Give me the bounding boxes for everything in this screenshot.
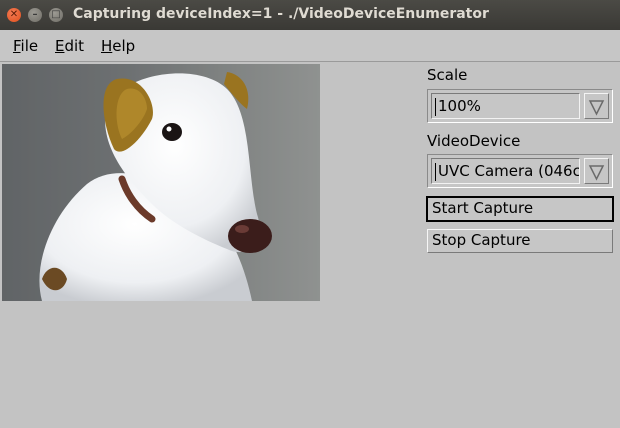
menu-edit-label: dit [64,37,85,55]
title-bar: ✕ – □ Capturing deviceIndex=1 - ./VideoD… [0,0,620,30]
close-window-button[interactable]: ✕ [7,8,21,22]
start-capture-button[interactable]: Start Capture [426,196,614,222]
scale-label: Scale [427,66,468,84]
scale-input[interactable]: 100% [431,93,580,119]
menu-edit[interactable]: Edit [55,37,84,55]
scale-dropdown-button[interactable] [584,93,609,119]
menu-help[interactable]: Help [101,37,135,55]
video-preview [2,64,320,301]
stop-capture-button[interactable]: Stop Capture [427,229,613,253]
menu-file[interactable]: File [13,37,38,55]
maximize-icon: □ [51,9,61,20]
videodevice-combobox[interactable]: UVC Camera (046c [427,154,613,188]
menu-file-label: ile [20,37,39,55]
text-cursor [435,163,436,181]
menu-file-mnemonic: F [13,37,21,55]
close-icon: ✕ [9,9,19,20]
scale-combobox[interactable]: 100% [427,89,613,123]
triangle-down-icon [588,165,605,181]
menu-help-mnemonic: H [101,37,113,55]
window-title: Capturing deviceIndex=1 - ./VideoDeviceE… [73,6,489,22]
triangle-down-icon [588,100,605,116]
maximize-window-button[interactable]: □ [49,8,63,22]
videodevice-value: UVC Camera (046c [438,162,580,180]
menu-help-label: elp [112,37,136,55]
scale-value: 100% [438,97,481,115]
camera-frame-image [2,64,320,301]
minimize-icon: – [32,9,38,20]
menu-bar: File Edit Help [0,30,620,62]
videodevice-input[interactable]: UVC Camera (046c [431,158,580,184]
minimize-window-button[interactable]: – [28,8,42,22]
videodevice-label: VideoDevice [427,132,521,150]
text-cursor [435,98,436,116]
videodevice-dropdown-button[interactable] [584,158,609,184]
